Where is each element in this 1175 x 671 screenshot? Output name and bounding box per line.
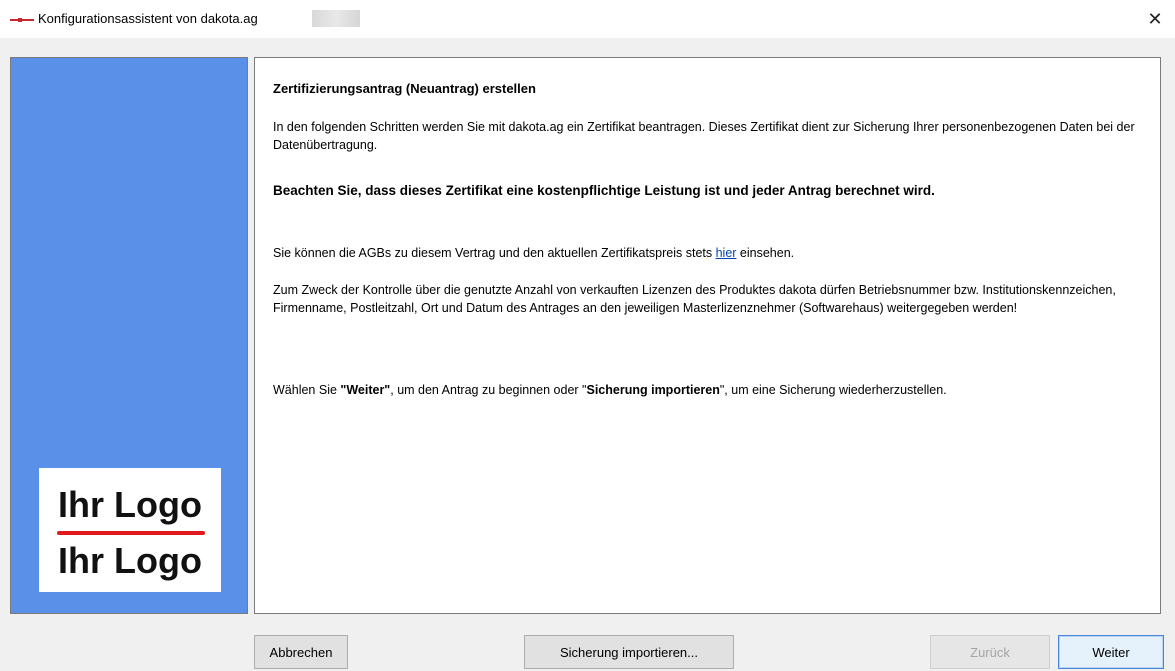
import-backup-button[interactable]: Sicherung importieren... [524,635,734,669]
agb-text-before: Sie können die AGBs zu diesem Vertrag un… [273,246,716,260]
instruction-part-1: Wählen Sie [273,383,341,397]
agb-text-after: einsehen. [736,246,795,260]
agb-link[interactable]: hier [716,246,737,260]
license-control-text: Zum Zweck der Kontrolle über die genutzt… [273,283,1116,315]
redacted-title-part [312,10,360,27]
logo-text-top: Ihr Logo [58,484,202,525]
agb-text: Sie können die AGBs zu diesem Vertrag un… [273,244,1143,262]
close-icon[interactable]: ✕ [1135,0,1175,38]
instruction-text: Wählen Sie "Weiter", um den Antrag zu be… [273,381,1143,399]
instruction-part-2: , um den Antrag zu beginnen oder " [390,383,587,397]
instruction-part-3: ", um eine Sicherung wiederherzustellen. [719,383,947,397]
logo: Ihr Logo Ihr Logo [39,468,221,592]
page-title: Zertifizierungsantrag (Neuantrag) erstel… [273,81,536,96]
title-bar: Konfigurationsassistent von dakota.ag ✕ [0,0,1175,38]
cost-warning: Beachten Sie, dass dieses Zertifikat ein… [273,183,935,198]
logo-text-bottom: Ihr Logo [58,540,202,581]
window-title: Konfigurationsassistent von dakota.ag [38,11,258,26]
instruction-weiter: "Weiter" [340,383,391,397]
next-button[interactable]: Weiter [1058,635,1164,669]
back-button[interactable]: Zurück [930,635,1050,669]
instruction-import: Sicherung importieren [586,383,720,397]
logo-divider [57,531,205,535]
app-icon [10,18,34,22]
intro-text: In den folgenden Schritten werden Sie mi… [273,120,1135,152]
cancel-button[interactable]: Abbrechen [254,635,348,669]
side-panel: Ihr Logo Ihr Logo [10,57,248,614]
content-panel: Zertifizierungsantrag (Neuantrag) erstel… [254,57,1161,614]
